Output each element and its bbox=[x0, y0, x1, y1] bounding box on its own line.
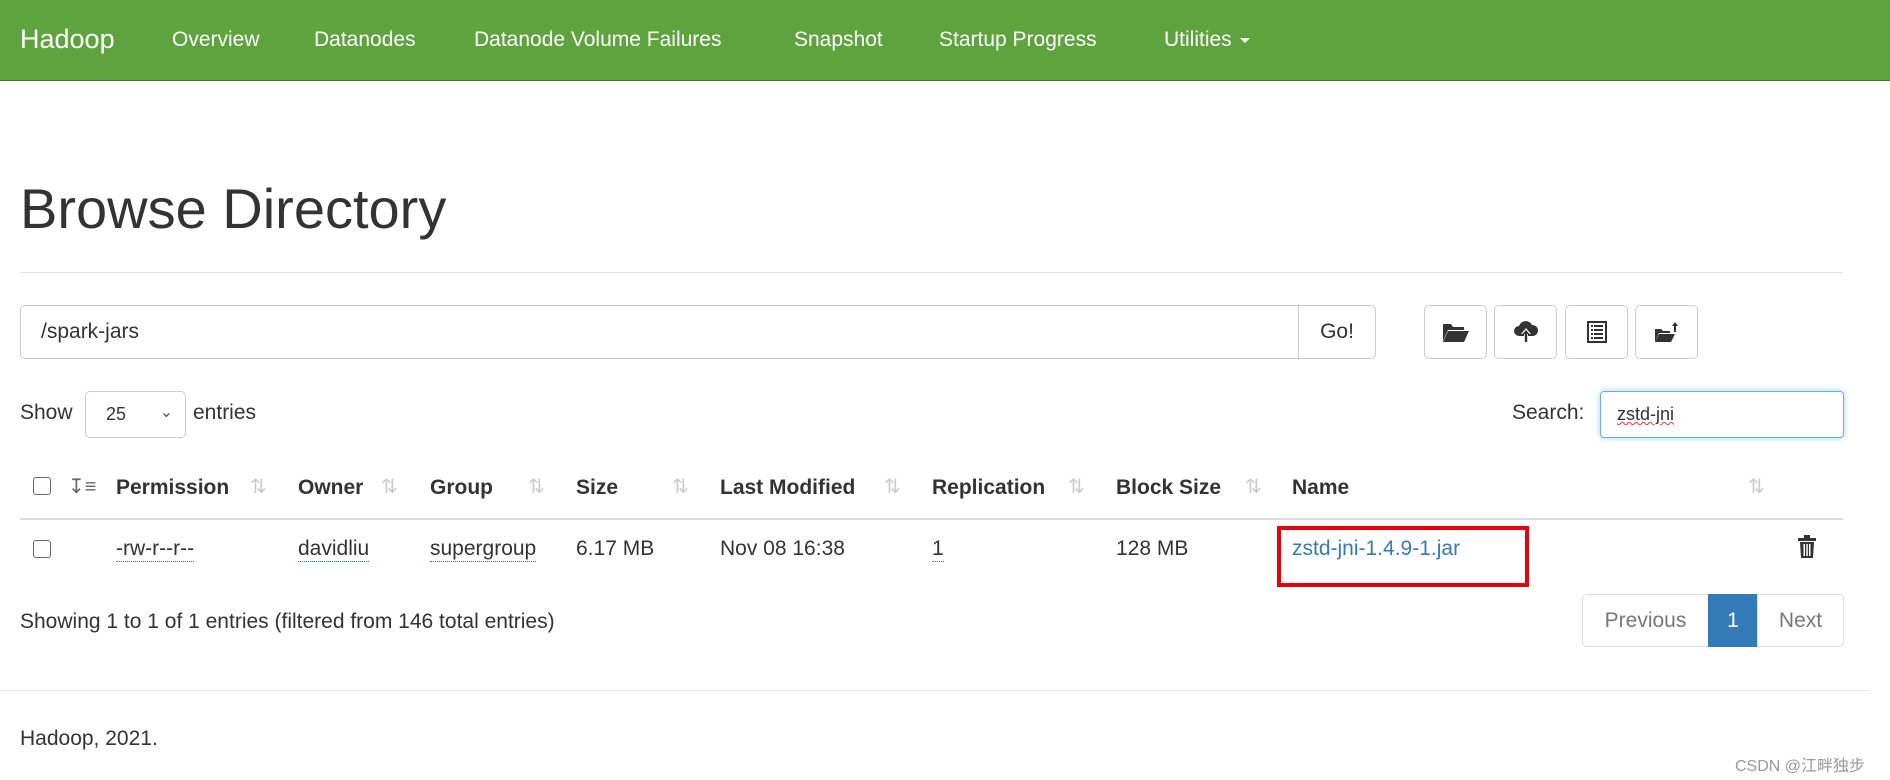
trash-icon[interactable] bbox=[1797, 535, 1817, 559]
list-icon bbox=[1586, 321, 1607, 343]
sort-icon[interactable]: ⇅ bbox=[528, 474, 545, 499]
cell-permission[interactable]: -rw-r--r-- bbox=[116, 537, 195, 562]
sort-icon[interactable]: ⇅ bbox=[381, 474, 398, 499]
header-group[interactable]: Group bbox=[430, 476, 493, 500]
divider bbox=[20, 272, 1843, 273]
entries-label: entries bbox=[193, 401, 257, 424]
header-size[interactable]: Size bbox=[576, 476, 618, 500]
sort-icon[interactable]: ⇅ bbox=[1748, 474, 1765, 499]
entries-per-page-value: 25 bbox=[106, 404, 127, 424]
header-owner[interactable]: Owner bbox=[298, 476, 363, 500]
header-block-size[interactable]: Block Size bbox=[1116, 476, 1221, 500]
header-replication[interactable]: Replication bbox=[932, 476, 1045, 500]
header-name[interactable]: Name bbox=[1292, 476, 1349, 500]
nav-utilities-label: Utilities bbox=[1164, 28, 1232, 51]
sort-icon[interactable]: ⇅ bbox=[672, 474, 689, 499]
navbar: Hadoop Overview Datanodes Datanode Volum… bbox=[0, 0, 1890, 81]
highlight-box bbox=[1277, 526, 1529, 587]
footer-text: Hadoop, 2021. bbox=[20, 727, 158, 750]
cell-owner[interactable]: davidliu bbox=[298, 537, 370, 562]
cell-group[interactable]: supergroup bbox=[430, 537, 537, 562]
row-checkbox[interactable] bbox=[33, 540, 51, 558]
sort-icon[interactable]: ⇅ bbox=[1068, 474, 1085, 499]
cell-last-modified: Nov 08 16:38 bbox=[720, 537, 845, 560]
table-info: Showing 1 to 1 of 1 entries (filtered fr… bbox=[20, 610, 555, 633]
nav-datanode-volume-failures[interactable]: Datanode Volume Failures bbox=[474, 28, 721, 52]
go-button[interactable]: Go! bbox=[1298, 305, 1376, 359]
cell-size: 6.17 MB bbox=[576, 537, 655, 560]
nav-utilities-dropdown[interactable]: Utilities bbox=[1164, 28, 1250, 52]
entries-per-page-select[interactable]: 25 ⌄ bbox=[85, 391, 186, 438]
caret-down-icon bbox=[1239, 37, 1250, 43]
sort-icon[interactable]: ⇅ bbox=[884, 474, 901, 499]
sort-desc-icon[interactable]: ↧≡ bbox=[68, 474, 96, 499]
header-permission[interactable]: Permission bbox=[116, 476, 229, 500]
header-divider bbox=[20, 518, 1843, 520]
cut-paste-button[interactable] bbox=[1565, 305, 1628, 359]
directory-path-input[interactable]: /spark-jars bbox=[20, 305, 1300, 359]
cell-block-size: 128 MB bbox=[1116, 537, 1189, 560]
cell-replication[interactable]: 1 bbox=[932, 537, 944, 562]
page-title: Browse Directory bbox=[20, 177, 447, 240]
search-label: Search: bbox=[1512, 401, 1585, 424]
sort-icon[interactable]: ⇅ bbox=[1245, 474, 1262, 499]
sort-icon[interactable]: ⇅ bbox=[250, 474, 267, 499]
search-value: zstd-jni bbox=[1617, 404, 1675, 424]
footer-divider bbox=[0, 690, 1870, 691]
nav-datanodes[interactable]: Datanodes bbox=[314, 28, 416, 52]
folder-upload-icon bbox=[1654, 322, 1678, 342]
nav-overview[interactable]: Overview bbox=[172, 28, 260, 52]
select-all-checkbox[interactable] bbox=[33, 477, 51, 495]
pagination-page-1[interactable]: 1 bbox=[1708, 594, 1758, 647]
watermark: CSDN @江畔独步 bbox=[1735, 758, 1866, 775]
show-label: Show bbox=[20, 401, 73, 424]
move-button[interactable] bbox=[1635, 305, 1698, 359]
pagination-next[interactable]: Next bbox=[1757, 594, 1844, 647]
chevron-down-icon: ⌄ bbox=[159, 404, 173, 421]
brand-link[interactable]: Hadoop bbox=[20, 24, 115, 55]
create-directory-button[interactable] bbox=[1424, 305, 1487, 359]
header-last-modified[interactable]: Last Modified bbox=[720, 476, 855, 500]
nav-startup-progress[interactable]: Startup Progress bbox=[939, 28, 1097, 52]
upload-button[interactable] bbox=[1494, 305, 1557, 359]
pagination-previous[interactable]: Previous bbox=[1582, 594, 1709, 647]
cloud-upload-icon bbox=[1513, 321, 1538, 343]
search-input[interactable]: zstd-jni bbox=[1600, 391, 1844, 438]
nav-snapshot[interactable]: Snapshot bbox=[794, 28, 883, 52]
folder-open-icon bbox=[1442, 324, 1469, 342]
